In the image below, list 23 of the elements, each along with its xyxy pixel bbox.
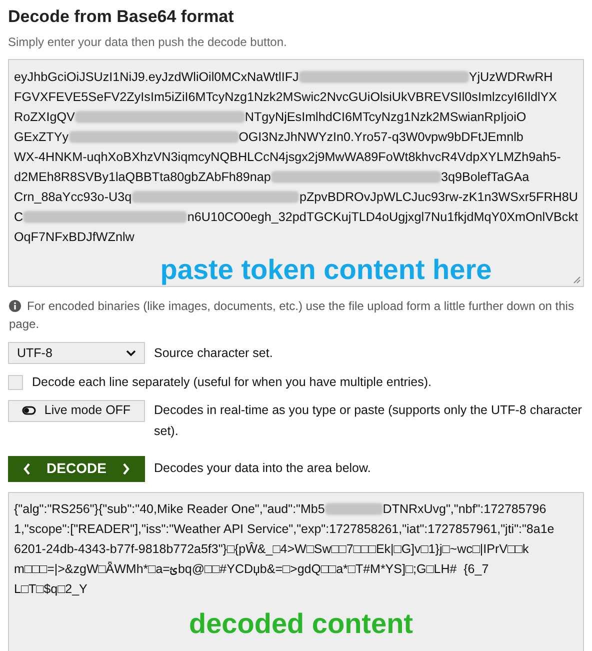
annotation: decoded content (188, 606, 413, 641)
resize-handle-icon (573, 276, 581, 284)
chevron-left-icon (22, 462, 31, 475)
decode-button[interactable]: DECODE (8, 456, 145, 482)
toggle-icon (22, 406, 36, 416)
checkbox[interactable] (8, 374, 23, 390)
live-mode-description: Decodes in real-time as you type or paste (supports only the UTF-8 character set). (154, 402, 583, 440)
chevron-right-icon (122, 462, 130, 475)
annotation: paste token content here (160, 253, 492, 287)
info-icon (9, 300, 21, 312)
chevron-down-icon (126, 350, 136, 356)
live-mode-toggle[interactable]: Live mode OFF (8, 400, 145, 422)
charset-select[interactable]: UTF-8 (8, 342, 145, 364)
subtitle: Simply enter your data then push the decode button. (8, 34, 288, 51)
decode-description: Decodes your data into the area below. (154, 460, 371, 478)
charset-label: Source character set. (154, 344, 273, 362)
redaction-blur (324, 502, 383, 515)
text-content: eyJhbGciOiJSUzI1NiJ9.eyJzdWliOil0MCxNaWtlIFJ YjUzWDRwRH FGVXFEVE5SeFV2ZyIsIm5iZiI6MTcyNzg1Nzk2MSwic2NvcGUiOlsiUkVBREVSIl0sImlzcyI6IldlYX RoZXIgQV NTgyNjEsImlhdCI6MTcyNzg1Nzk2MSwianRpIjoiO GExZTYy OGI3NzJhNWYzIn0.Yro57-q3W0vpw9bDFtJEmnlb WX-4HNKM-uqhXoBXhzVN3iqmcyNQBHLCcN4jsgx2j9MwWA89FoWt8khvcR4VdpXYLMZh9ah5- d2MEh8R8SVBy1laQBBTta80gbZAbFh89nap 3q9BolefTaGAa Crn_88aYcc93o-U3q pZpvBDROvJpWLCJuc93rw-zK1n3WSxr5FRH8U C n6U10CO0egh_32pdTGCKujTLD4oUgjxgl7Nu1fkjdMqY0XmOnlVBckt OqF7NFxBDJfWZnlw (14, 69, 578, 246)
info-note: For encoded binaries (like images, documents, etc.) use the file upload form a little further down on this page. (8, 298, 575, 333)
output-field[interactable] (8, 492, 584, 651)
input-field[interactable] (8, 59, 584, 287)
page-title: Decode from Base64 format (8, 6, 235, 28)
checkbox-label: Decode each line separately (useful for when you have multiple entries). (32, 374, 432, 391)
